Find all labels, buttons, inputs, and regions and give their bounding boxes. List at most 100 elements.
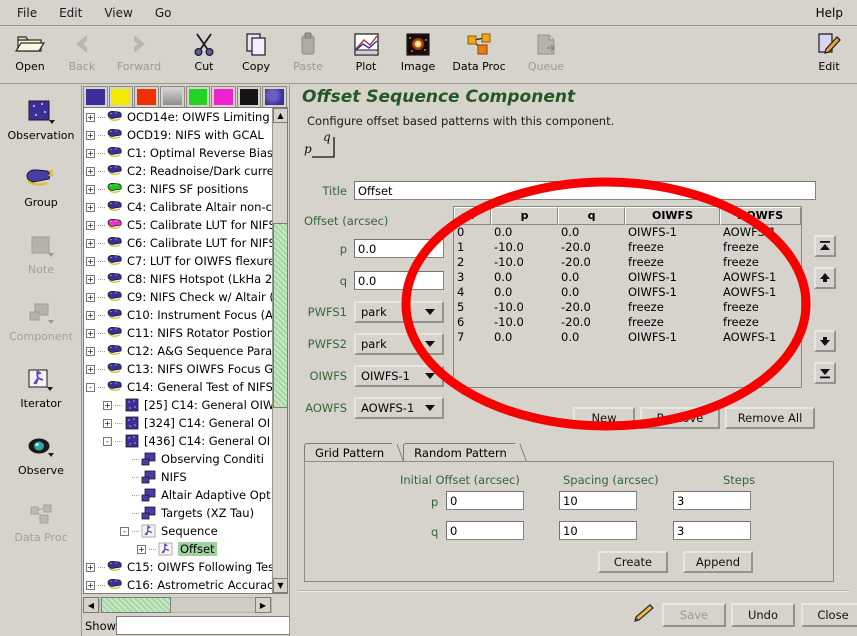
tree-row[interactable]: + Offset — [84, 540, 272, 558]
grid-p-initial-input[interactable] — [446, 491, 524, 510]
table-cell[interactable]: 0.0 — [491, 330, 558, 345]
table-cell[interactable]: 0.0 — [558, 330, 625, 345]
tree-row[interactable]: + C16: Astrometric Accurac — [84, 576, 272, 593]
table-cell[interactable]: 2 — [454, 255, 491, 270]
table-row[interactable]: 5 -10.0 -20.0 freeze freeze — [454, 300, 801, 315]
offset-q-input[interactable] — [354, 271, 444, 290]
table-cell[interactable]: 0.0 — [491, 285, 558, 300]
tab-group[interactable] — [262, 86, 287, 107]
offset-table[interactable]: # p q OIWFS AOWFS 0 0.0 0.0 OIWFS-1 AOWFS-1 1 -10.… — [453, 206, 802, 388]
table-row[interactable]: 3 0.0 0.0 OIWFS-1 AOWFS-1 — [454, 270, 801, 285]
scroll-left-arrow-icon[interactable]: ◀ — [83, 597, 99, 613]
expand-icon[interactable]: + — [86, 580, 95, 590]
table-cell[interactable]: 0 — [454, 225, 491, 240]
toolbar-forward-button[interactable]: Forward — [108, 26, 170, 82]
toolbar-paste-button[interactable]: Paste — [282, 26, 334, 82]
move-to-top-button[interactable] — [814, 235, 836, 257]
expand-icon[interactable]: + — [86, 346, 95, 356]
pwfs2-combo[interactable]: park — [354, 333, 444, 355]
expand-icon[interactable]: + — [86, 562, 95, 572]
undo-button[interactable]: Undo — [731, 603, 795, 627]
grid-q-initial-input[interactable] — [446, 521, 524, 540]
table-cell[interactable]: 5 — [454, 300, 491, 315]
table-cell[interactable]: -20.0 — [558, 240, 625, 255]
table-cell[interactable]: OIWFS-1 — [625, 330, 720, 345]
show-input[interactable] — [116, 616, 300, 635]
grid-q-steps-input[interactable] — [673, 521, 751, 540]
tree-row[interactable]: + C1: Optimal Reverse Bias — [84, 144, 272, 162]
table-column-header[interactable]: q — [558, 207, 625, 225]
table-cell[interactable]: 6 — [454, 315, 491, 330]
table-cell[interactable]: OIWFS-1 — [625, 285, 720, 300]
move-up-button[interactable] — [814, 267, 836, 289]
expand-icon[interactable]: + — [137, 544, 146, 554]
table-cell[interactable]: freeze — [625, 240, 720, 255]
table-cell[interactable]: 0.0 — [558, 225, 625, 240]
table-column-header[interactable]: p — [491, 207, 558, 225]
expand-icon[interactable]: + — [86, 364, 95, 374]
table-cell[interactable]: AOWFS-1 — [720, 330, 801, 345]
expand-icon[interactable]: + — [86, 292, 95, 302]
collapse-icon[interactable]: - — [86, 382, 95, 392]
rail-item-note[interactable]: Note — [0, 219, 82, 286]
table-cell[interactable]: OIWFS-1 — [625, 225, 720, 240]
tab-yellow[interactable] — [108, 86, 134, 107]
table-column-header[interactable]: OIWFS — [625, 207, 720, 225]
move-to-bottom-button[interactable] — [814, 362, 836, 384]
table-cell[interactable]: -20.0 — [558, 315, 625, 330]
tree-row[interactable]: + C6: Calibrate LUT for NIFS — [84, 234, 272, 252]
table-cell[interactable]: freeze — [625, 315, 720, 330]
hscroll-thumb[interactable] — [101, 597, 171, 613]
table-cell[interactable]: 7 — [454, 330, 491, 345]
tree-row[interactable]: + C2: Readnoise/Dark curre — [84, 162, 272, 180]
rail-item-dataproc[interactable]: Data Proc — [0, 487, 82, 554]
table-row[interactable]: 1 -10.0 -20.0 freeze freeze — [454, 240, 801, 255]
menu-help[interactable]: Help — [805, 3, 857, 23]
tree-row[interactable]: + [25] C14: General OIW — [84, 396, 272, 414]
table-cell[interactable]: 0.0 — [558, 270, 625, 285]
expand-icon[interactable]: + — [86, 130, 95, 140]
expand-icon[interactable]: + — [86, 328, 95, 338]
grid-p-steps-input[interactable] — [673, 491, 751, 510]
toolbar-plot-button[interactable]: Plot — [340, 26, 392, 82]
offset-table-body[interactable]: 0 0.0 0.0 OIWFS-1 AOWFS-1 1 -10.0 -20.0 freeze fr… — [454, 225, 801, 387]
aowfs-combo[interactable]: AOWFS-1 — [354, 397, 444, 419]
append-button[interactable]: Append — [683, 551, 753, 573]
grid-q-spacing-input[interactable] — [559, 521, 637, 540]
rail-item-group[interactable]: Group — [0, 152, 82, 219]
create-button[interactable]: Create — [598, 551, 668, 573]
toolbar-cut-button[interactable]: Cut — [178, 26, 230, 82]
tree-row[interactable]: + C7: LUT for OIWFS flexure — [84, 252, 272, 270]
toolbar-copy-button[interactable]: Copy — [230, 26, 282, 82]
table-cell[interactable]: freeze — [720, 240, 801, 255]
table-cell[interactable]: AOWFS-1 — [720, 270, 801, 285]
table-cell[interactable]: -20.0 — [558, 255, 625, 270]
toolbar-open-button[interactable]: Open — [4, 26, 56, 82]
table-row[interactable]: 7 0.0 0.0 OIWFS-1 AOWFS-1 — [454, 330, 801, 345]
menu-file[interactable]: File — [6, 3, 48, 23]
tree-row[interactable]: + OCD14e: OIWFS Limiting M — [84, 108, 272, 126]
table-cell[interactable]: 0.0 — [558, 285, 625, 300]
tree-row[interactable]: + C12: A&G Sequence Param — [84, 342, 272, 360]
expand-icon[interactable]: + — [103, 418, 112, 428]
tree-row[interactable]: Altair Adaptive Opt — [84, 486, 272, 504]
table-cell[interactable]: 0.0 — [491, 270, 558, 285]
tree-row[interactable]: Targets (XZ Tau) — [84, 504, 272, 522]
tab-red[interactable] — [134, 86, 159, 107]
table-cell[interactable]: -10.0 — [491, 315, 558, 330]
table-cell[interactable]: 4 — [454, 285, 491, 300]
table-cell[interactable]: freeze — [625, 300, 720, 315]
tab-magenta[interactable] — [211, 86, 236, 107]
offset-p-input[interactable] — [354, 239, 444, 258]
table-row[interactable]: 6 -10.0 -20.0 freeze freeze — [454, 315, 801, 330]
table-row[interactable]: 4 0.0 0.0 OIWFS-1 AOWFS-1 — [454, 285, 801, 300]
tree-row[interactable]: + C5: Calibrate LUT for NIFS — [84, 216, 272, 234]
tree-row[interactable]: - [436] C14: General OI — [84, 432, 272, 450]
tree-row[interactable]: Observing Conditi — [84, 450, 272, 468]
tree-row[interactable]: + OCD19: NIFS with GCAL — [84, 126, 272, 144]
expand-icon[interactable]: + — [86, 238, 95, 248]
tree-row[interactable]: - C14: General Test of NIFS — [84, 378, 272, 396]
collapse-icon[interactable]: - — [120, 526, 129, 536]
toolbar-image-button[interactable]: Image — [392, 26, 444, 82]
tree-row[interactable]: + C8: NIFS Hotspot (LkHa 23 — [84, 270, 272, 288]
